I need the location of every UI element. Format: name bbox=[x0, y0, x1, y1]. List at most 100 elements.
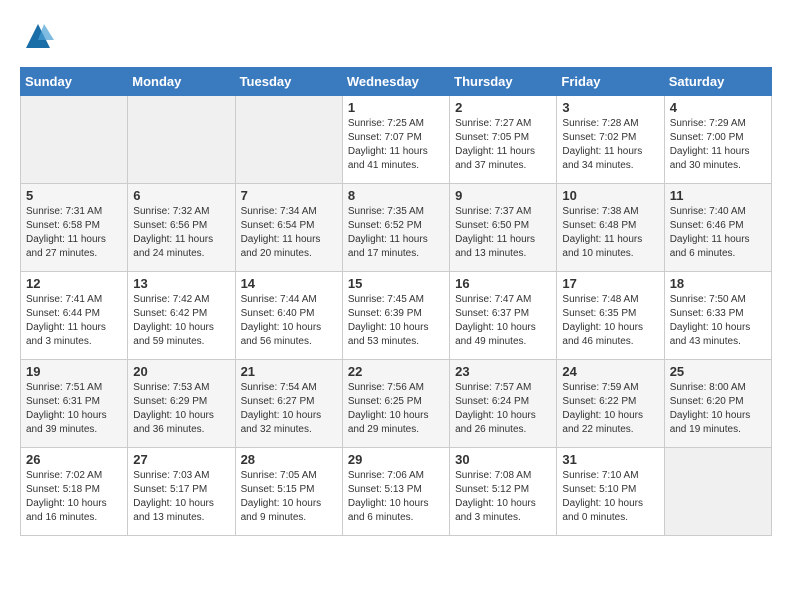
calendar-cell bbox=[128, 96, 235, 184]
calendar-cell: 20Sunrise: 7:53 AM Sunset: 6:29 PM Dayli… bbox=[128, 360, 235, 448]
calendar-cell: 10 Sunrise: 7:38 AM Sunset: 6:48 PM Dayli… bbox=[557, 184, 664, 272]
calendar-cell: 23 Sunrise: 7:57 AM Sunset: 6:24 PM Dayli… bbox=[450, 360, 557, 448]
calendar-cell: 2 Sunrise: 7:27 AM Sunset: 7:05 PM Daylig… bbox=[450, 96, 557, 184]
day-info: Sunrise: 7:05 AM Sunset: 5:15 PM Dayligh… bbox=[241, 469, 337, 525]
page-header bbox=[20, 20, 772, 57]
day-number: 28 bbox=[241, 452, 337, 467]
calendar-cell: 18Sunrise: 7:50 AM Sunset: 6:33 PM Dayli… bbox=[664, 272, 771, 360]
calendar-cell: 1Sunrise: 7:25 AM Sunset: 7:07 PM Daylig… bbox=[342, 96, 449, 184]
day-info: Sunrise: 7:08 AM Sunset: 5:12 PM Dayligh… bbox=[455, 469, 551, 525]
day-info: Sunrise: 7:42 AM Sunset: 6:42 PM Dayligh… bbox=[133, 293, 229, 349]
calendar-cell: 12Sunrise: 7:41 AM Sunset: 6:44 PM Dayli… bbox=[21, 272, 128, 360]
calendar-cell: 26 Sunrise: 7:02 AM Sunset: 5:18 PM Dayli… bbox=[21, 448, 128, 536]
logo-icon bbox=[22, 20, 54, 52]
weekday-header-saturday: Saturday bbox=[664, 68, 771, 96]
day-number: 13 bbox=[133, 276, 229, 291]
calendar-week-row: 26 Sunrise: 7:02 AM Sunset: 5:18 PM Dayli… bbox=[21, 448, 772, 536]
calendar-cell: 15 Sunrise: 7:45 AM Sunset: 6:39 PM Dayli… bbox=[342, 272, 449, 360]
calendar-cell: 29Sunrise: 7:06 AM Sunset: 5:13 PM Dayli… bbox=[342, 448, 449, 536]
weekday-header-tuesday: Tuesday bbox=[235, 68, 342, 96]
day-number: 2 bbox=[455, 100, 551, 115]
day-number: 20 bbox=[133, 364, 229, 379]
day-info: Sunrise: 7:47 AM Sunset: 6:37 PM Dayligh… bbox=[455, 293, 551, 349]
calendar-cell: 6 Sunrise: 7:32 AM Sunset: 6:56 PM Daylig… bbox=[128, 184, 235, 272]
calendar-cell bbox=[21, 96, 128, 184]
day-number: 31 bbox=[562, 452, 658, 467]
weekday-header-sunday: Sunday bbox=[21, 68, 128, 96]
day-info: Sunrise: 7:31 AM Sunset: 6:58 PM Dayligh… bbox=[26, 205, 122, 261]
day-number: 24 bbox=[562, 364, 658, 379]
calendar-cell: 4 Sunrise: 7:29 AM Sunset: 7:00 PM Daylig… bbox=[664, 96, 771, 184]
calendar-cell: 25 Sunrise: 8:00 AM Sunset: 6:20 PM Dayli… bbox=[664, 360, 771, 448]
day-number: 18 bbox=[670, 276, 766, 291]
day-number: 10 bbox=[562, 188, 658, 203]
calendar-cell: 16Sunrise: 7:47 AM Sunset: 6:37 PM Dayli… bbox=[450, 272, 557, 360]
day-number: 27 bbox=[133, 452, 229, 467]
calendar-cell: 14Sunrise: 7:44 AM Sunset: 6:40 PM Dayli… bbox=[235, 272, 342, 360]
calendar-cell: 31 Sunrise: 7:10 AM Sunset: 5:10 PM Dayli… bbox=[557, 448, 664, 536]
calendar-week-row: 1Sunrise: 7:25 AM Sunset: 7:07 PM Daylig… bbox=[21, 96, 772, 184]
day-info: Sunrise: 7:41 AM Sunset: 6:44 PM Dayligh… bbox=[26, 293, 122, 349]
day-info: Sunrise: 8:00 AM Sunset: 6:20 PM Dayligh… bbox=[670, 381, 766, 437]
calendar-cell bbox=[235, 96, 342, 184]
calendar-header-row: SundayMondayTuesdayWednesdayThursdayFrid… bbox=[21, 68, 772, 96]
weekday-header-friday: Friday bbox=[557, 68, 664, 96]
day-info: Sunrise: 7:51 AM Sunset: 6:31 PM Dayligh… bbox=[26, 381, 122, 437]
day-number: 14 bbox=[241, 276, 337, 291]
calendar-cell: 9 Sunrise: 7:37 AM Sunset: 6:50 PM Daylig… bbox=[450, 184, 557, 272]
day-info: Sunrise: 7:56 AM Sunset: 6:25 PM Dayligh… bbox=[348, 381, 444, 437]
calendar-week-row: 5 Sunrise: 7:31 AM Sunset: 6:58 PM Daylig… bbox=[21, 184, 772, 272]
calendar-cell: 7 Sunrise: 7:34 AM Sunset: 6:54 PM Daylig… bbox=[235, 184, 342, 272]
day-info: Sunrise: 7:38 AM Sunset: 6:48 PM Dayligh… bbox=[562, 205, 658, 261]
logo-wordmark bbox=[20, 20, 54, 57]
day-info: Sunrise: 7:27 AM Sunset: 7:05 PM Dayligh… bbox=[455, 117, 551, 173]
calendar-cell: 22 Sunrise: 7:56 AM Sunset: 6:25 PM Dayli… bbox=[342, 360, 449, 448]
weekday-header-monday: Monday bbox=[128, 68, 235, 96]
day-info: Sunrise: 7:29 AM Sunset: 7:00 PM Dayligh… bbox=[670, 117, 766, 173]
day-number: 25 bbox=[670, 364, 766, 379]
day-info: Sunrise: 7:32 AM Sunset: 6:56 PM Dayligh… bbox=[133, 205, 229, 261]
calendar-cell: 21 Sunrise: 7:54 AM Sunset: 6:27 PM Dayli… bbox=[235, 360, 342, 448]
day-number: 4 bbox=[670, 100, 766, 115]
calendar-week-row: 19 Sunrise: 7:51 AM Sunset: 6:31 PM Dayli… bbox=[21, 360, 772, 448]
calendar-cell: 5 Sunrise: 7:31 AM Sunset: 6:58 PM Daylig… bbox=[21, 184, 128, 272]
calendar-cell: 13 Sunrise: 7:42 AM Sunset: 6:42 PM Dayli… bbox=[128, 272, 235, 360]
day-info: Sunrise: 7:28 AM Sunset: 7:02 PM Dayligh… bbox=[562, 117, 658, 173]
logo bbox=[20, 20, 54, 57]
day-info: Sunrise: 7:54 AM Sunset: 6:27 PM Dayligh… bbox=[241, 381, 337, 437]
day-number: 26 bbox=[26, 452, 122, 467]
day-info: Sunrise: 7:59 AM Sunset: 6:22 PM Dayligh… bbox=[562, 381, 658, 437]
day-number: 8 bbox=[348, 188, 444, 203]
day-info: Sunrise: 7:45 AM Sunset: 6:39 PM Dayligh… bbox=[348, 293, 444, 349]
calendar-table: SundayMondayTuesdayWednesdayThursdayFrid… bbox=[20, 67, 772, 536]
day-number: 15 bbox=[348, 276, 444, 291]
calendar-cell: 17Sunrise: 7:48 AM Sunset: 6:35 PM Dayli… bbox=[557, 272, 664, 360]
day-number: 9 bbox=[455, 188, 551, 203]
day-number: 23 bbox=[455, 364, 551, 379]
calendar-cell: 28 Sunrise: 7:05 AM Sunset: 5:15 PM Dayli… bbox=[235, 448, 342, 536]
day-info: Sunrise: 7:37 AM Sunset: 6:50 PM Dayligh… bbox=[455, 205, 551, 261]
calendar-cell: 19 Sunrise: 7:51 AM Sunset: 6:31 PM Dayli… bbox=[21, 360, 128, 448]
calendar-cell bbox=[664, 448, 771, 536]
calendar-cell: 30Sunrise: 7:08 AM Sunset: 5:12 PM Dayli… bbox=[450, 448, 557, 536]
day-info: Sunrise: 7:10 AM Sunset: 5:10 PM Dayligh… bbox=[562, 469, 658, 525]
day-info: Sunrise: 7:34 AM Sunset: 6:54 PM Dayligh… bbox=[241, 205, 337, 261]
calendar-cell: 8 Sunrise: 7:35 AM Sunset: 6:52 PM Daylig… bbox=[342, 184, 449, 272]
calendar-cell: 3Sunrise: 7:28 AM Sunset: 7:02 PM Daylig… bbox=[557, 96, 664, 184]
day-number: 21 bbox=[241, 364, 337, 379]
calendar-week-row: 12Sunrise: 7:41 AM Sunset: 6:44 PM Dayli… bbox=[21, 272, 772, 360]
day-number: 22 bbox=[348, 364, 444, 379]
day-info: Sunrise: 7:02 AM Sunset: 5:18 PM Dayligh… bbox=[26, 469, 122, 525]
day-number: 11 bbox=[670, 188, 766, 203]
day-number: 5 bbox=[26, 188, 122, 203]
day-number: 6 bbox=[133, 188, 229, 203]
day-info: Sunrise: 7:40 AM Sunset: 6:46 PM Dayligh… bbox=[670, 205, 766, 261]
weekday-header-thursday: Thursday bbox=[450, 68, 557, 96]
calendar-cell: 27Sunrise: 7:03 AM Sunset: 5:17 PM Dayli… bbox=[128, 448, 235, 536]
day-info: Sunrise: 7:35 AM Sunset: 6:52 PM Dayligh… bbox=[348, 205, 444, 261]
day-info: Sunrise: 7:25 AM Sunset: 7:07 PM Dayligh… bbox=[348, 117, 444, 173]
day-number: 7 bbox=[241, 188, 337, 203]
day-number: 19 bbox=[26, 364, 122, 379]
day-info: Sunrise: 7:57 AM Sunset: 6:24 PM Dayligh… bbox=[455, 381, 551, 437]
calendar-cell: 11 Sunrise: 7:40 AM Sunset: 6:46 PM Dayli… bbox=[664, 184, 771, 272]
